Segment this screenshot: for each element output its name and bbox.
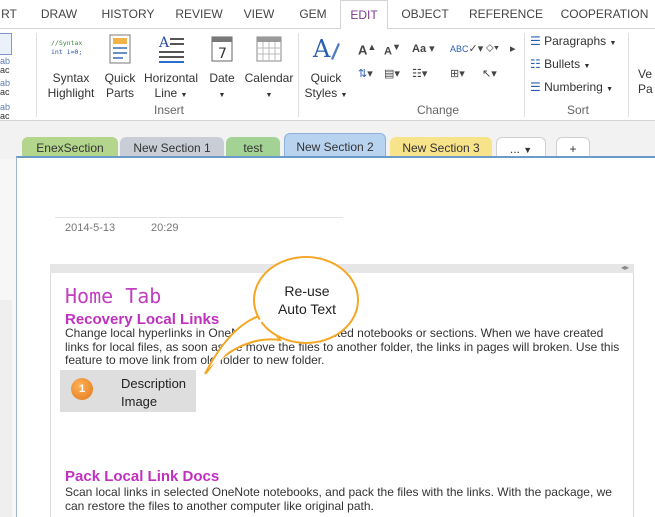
callout-text: Re-use Auto Text: [262, 282, 352, 318]
callout-line1: Re-use: [284, 283, 330, 299]
callout-bubble: [204, 256, 359, 375]
onenote-window: RT DRAW HISTORY REVIEW VIEW GEM EDIT OBJ…: [0, 0, 655, 517]
callout-line2: Auto Text: [277, 301, 337, 317]
